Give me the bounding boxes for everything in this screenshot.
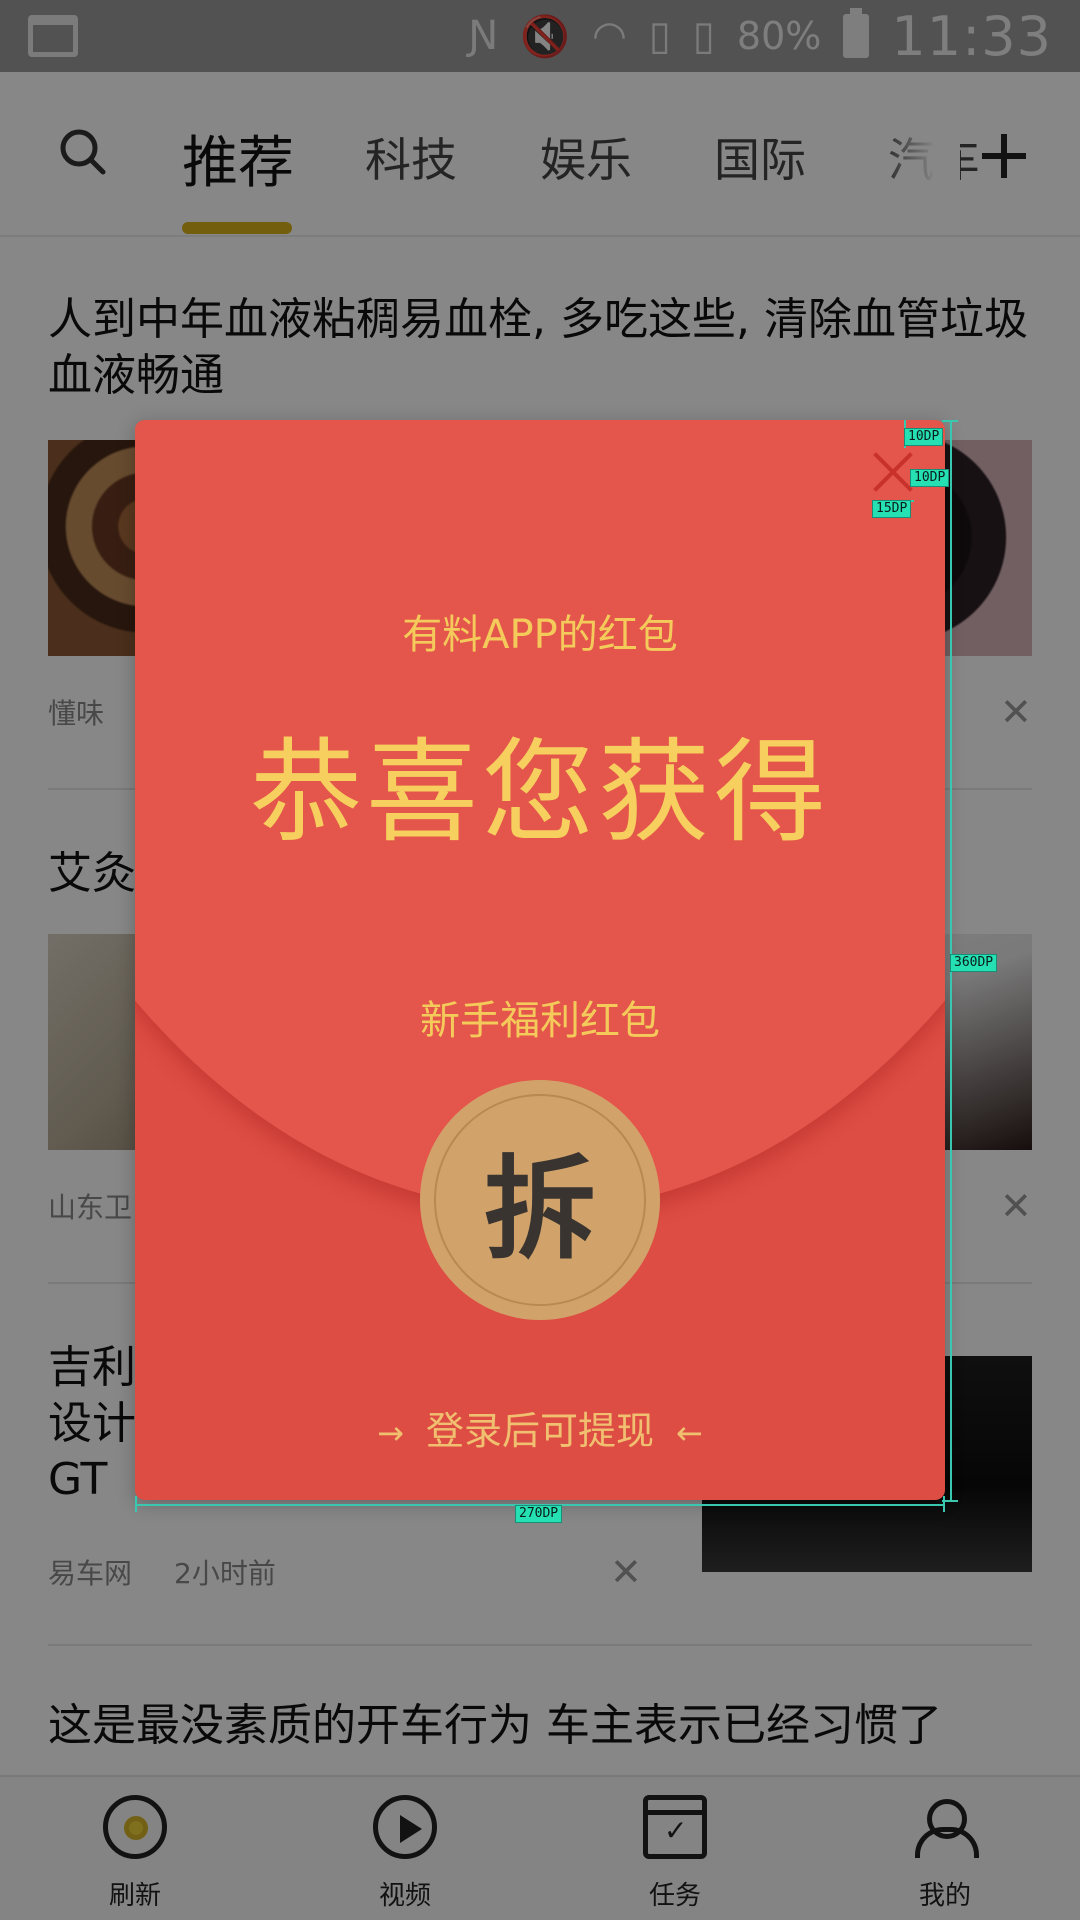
login-hint[interactable]: → 登录后可提现 ← — [135, 1400, 945, 1455]
dimension-label: 10DP — [904, 428, 944, 446]
red-packet-type: 新手福利红包 — [420, 998, 660, 1044]
guide-tick — [943, 1496, 945, 1512]
red-packet-headline: 恭喜您获得 — [250, 728, 830, 858]
red-packet-dialog: 有料APP的红包 恭喜您获得 新手福利红包 拆 → 登录后可提现 ← — [135, 420, 945, 1500]
open-packet-button[interactable]: 拆 — [420, 1080, 660, 1320]
dimension-label: 10DP — [910, 469, 950, 487]
red-packet-subtitle: 有料APP的红包 — [402, 612, 678, 658]
arrow-right-icon: → — [377, 1414, 404, 1452]
guide-tick — [135, 1496, 137, 1512]
arrow-left-icon: ← — [676, 1414, 703, 1452]
app-screen: Ɲ 🔇 ◠ ▯ ▯ 80% 11:33 推荐 科技 娱乐 国际 汽车 人到中年血… — [0, 0, 1080, 1920]
login-hint-label: 登录后可提现 — [425, 1409, 654, 1453]
dimension-label: 270DP — [515, 1505, 563, 1523]
guide-tick — [942, 420, 958, 422]
open-button-label: 拆 — [484, 1145, 596, 1275]
close-icon[interactable] — [872, 450, 914, 492]
dimension-label: 15DP — [872, 500, 912, 518]
dimension-label: 360DP — [950, 954, 998, 972]
